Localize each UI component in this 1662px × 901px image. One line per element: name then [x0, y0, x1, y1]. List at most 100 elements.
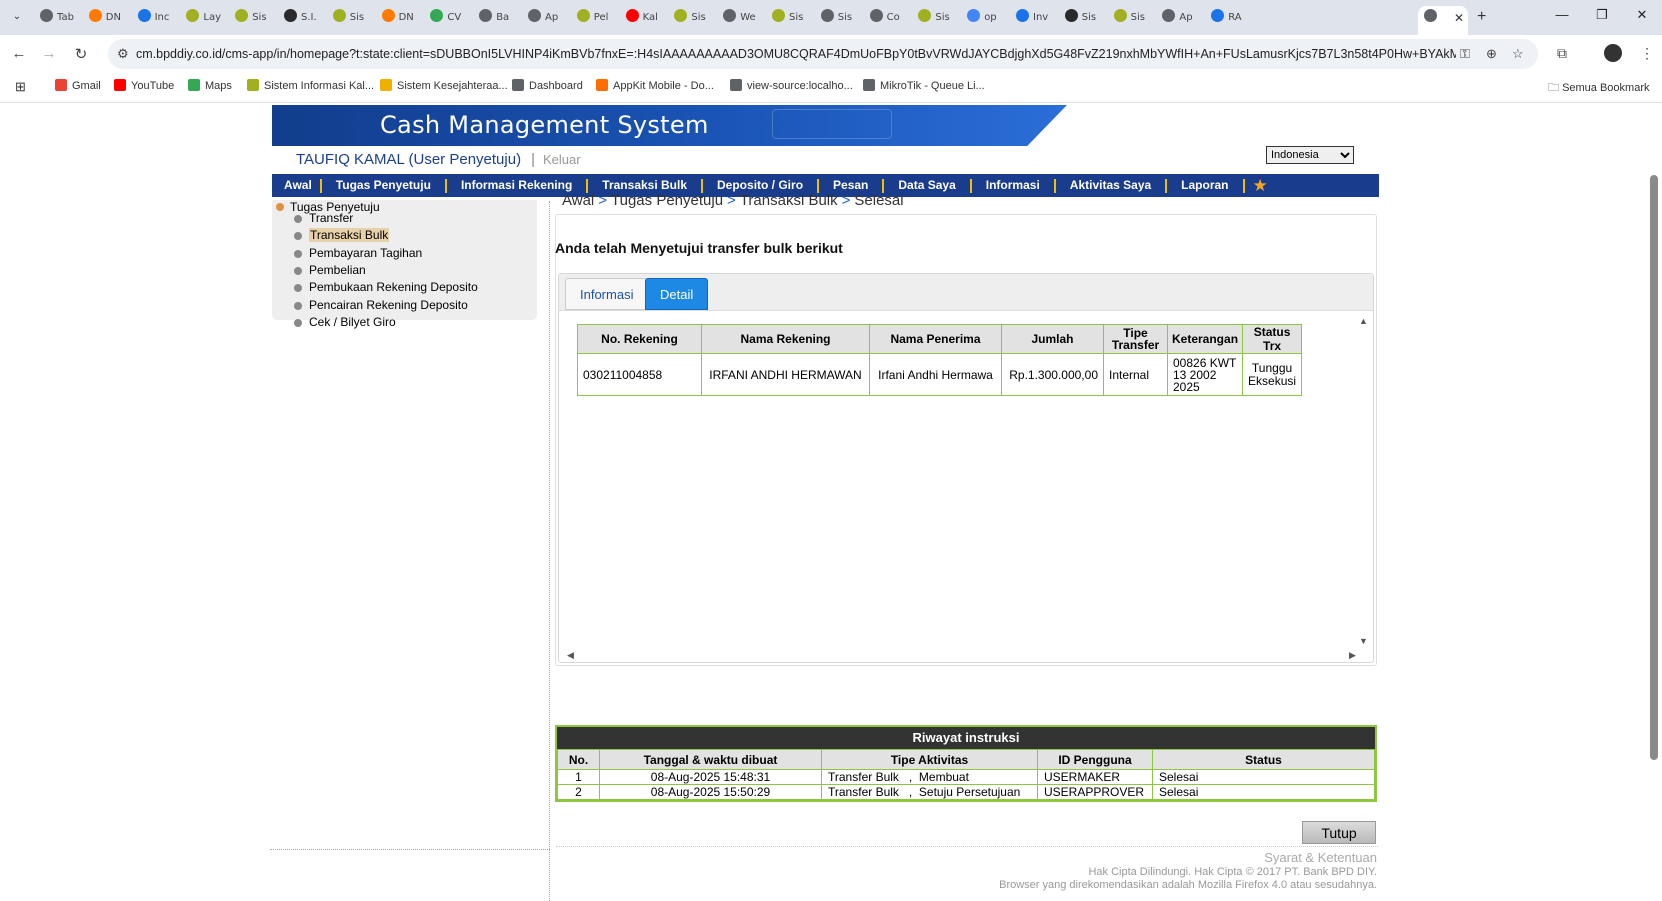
sidebar-item[interactable]: Pencairan Rekening Deposito	[294, 298, 468, 312]
apps-grid-icon[interactable]: ⊞	[15, 79, 26, 95]
browser-tab[interactable]: Pel	[571, 6, 613, 30]
browser-tab[interactable]: Inc	[132, 6, 174, 30]
user-separator: |	[531, 151, 535, 168]
tab-favicon-icon	[430, 9, 444, 22]
forward-icon[interactable]: →	[40, 45, 58, 62]
browser-tab[interactable]: Kal	[620, 6, 662, 30]
history-cell: 08-Aug-2025 15:50:29	[599, 784, 822, 800]
bookmark-star-icon[interactable]: ☆	[1512, 46, 1524, 62]
bookmark-favicon-icon	[55, 79, 67, 91]
browser-tab[interactable]: S.I.	[278, 6, 320, 30]
sidebar-item[interactable]: Pembayaran Tagihan	[294, 246, 422, 260]
bookmark-item[interactable]: Maps	[188, 79, 232, 92]
breadcrumb-item[interactable]: Transaksi Bulk	[740, 192, 838, 209]
bookmark-item[interactable]: Gmail	[55, 79, 101, 92]
url-field[interactable]: ⚙ cm.bpddiy.co.id/cms-app/in/homepage?t:…	[108, 39, 1538, 69]
browser-tab[interactable]: Sis	[766, 6, 808, 30]
browser-tab[interactable]: Ap	[1156, 6, 1198, 30]
browser-tab[interactable]: Tab	[34, 6, 76, 30]
favorite-star-icon[interactable]: ★	[1253, 176, 1268, 196]
browser-tab[interactable]: DN	[83, 6, 125, 30]
bookmark-favicon-icon	[380, 79, 392, 91]
browser-tab[interactable]: We	[717, 6, 759, 30]
close-button[interactable]: Tutup	[1302, 821, 1376, 844]
breadcrumb-item[interactable]: Tugas Penyetuju	[611, 192, 723, 209]
tab-label: Sis	[252, 12, 267, 23]
tab-close-icon[interactable]: ✕	[1454, 6, 1464, 30]
browser-tab[interactable]: Inv	[1010, 6, 1052, 30]
menu-item-aktivitas-saya[interactable]: Aktivitas Saya	[1056, 174, 1165, 197]
tab-informasi[interactable]: Informasi	[565, 278, 649, 310]
bookmark-item[interactable]: YouTube	[114, 79, 174, 92]
browser-tab[interactable]: Ba	[473, 6, 515, 30]
bookmark-item[interactable]: Dashboard	[512, 79, 583, 92]
profile-avatar-icon[interactable]	[1604, 44, 1622, 62]
extensions-icon[interactable]: ⧉	[1557, 45, 1567, 62]
browser-tab[interactable]: Co	[864, 6, 906, 30]
scroll-up-icon[interactable]: ▲	[1359, 316, 1368, 326]
menu-item-awal[interactable]: Awal	[272, 174, 320, 197]
scroll-left-icon[interactable]: ◀	[567, 650, 574, 661]
sidebar-item[interactable]: Pembelian	[294, 263, 366, 277]
browser-tab[interactable]: RA	[1205, 6, 1247, 30]
tab-label: DN	[398, 12, 414, 23]
minimize-icon[interactable]: —	[1552, 7, 1572, 22]
tabs-header: Informasi Detail	[559, 274, 1373, 311]
tab-label: Sis	[837, 12, 853, 23]
scroll-right-icon[interactable]: ▶	[1349, 650, 1356, 661]
table-vertical-scrollbar[interactable]: ▲ ▼	[1359, 316, 1369, 646]
scroll-down-icon[interactable]: ▼	[1359, 636, 1368, 646]
bookmark-item[interactable]: AppKit Mobile - Do...	[596, 79, 714, 92]
breadcrumb-item[interactable]: Awal	[562, 192, 594, 209]
browser-tab[interactable]: CV	[424, 6, 466, 30]
browser-tab[interactable]: Sis	[1108, 6, 1150, 30]
history-cell: USERMAKER	[1037, 769, 1153, 785]
terms-link[interactable]: Syarat & Ketentuan	[1264, 850, 1377, 865]
language-select[interactable]: Indonesia	[1266, 146, 1354, 164]
browser-tab[interactable]: Ap	[522, 6, 564, 30]
logout-link[interactable]: Keluar	[543, 152, 581, 167]
browser-tab[interactable]: DN	[376, 6, 418, 30]
bookmark-item[interactable]: MikroTik - Queue Li...	[863, 79, 985, 92]
all-bookmarks[interactable]: 🗀 Semua Bookmark	[1548, 79, 1650, 98]
restore-icon[interactable]: ❐	[1592, 7, 1612, 23]
kebab-menu-icon[interactable]: ⋮	[1640, 45, 1654, 62]
zoom-icon[interactable]: ⊕	[1486, 46, 1497, 62]
tab-detail[interactable]: Detail	[645, 278, 709, 310]
tab-label: ор	[984, 12, 997, 23]
history-cell: USERAPPROVER	[1037, 784, 1153, 800]
browser-tab[interactable]: Sis	[1059, 6, 1101, 30]
browser-tab-active[interactable]: ✕	[1418, 6, 1468, 35]
history-cell: 08-Aug-2025 15:48:31	[599, 769, 822, 785]
menu-item-tugas-penyetuju[interactable]: Tugas Penyetuju	[322, 174, 445, 197]
password-key-icon[interactable]: ⚿	[1460, 46, 1470, 62]
close-window-icon[interactable]: ✕	[1632, 7, 1652, 23]
site-info-icon[interactable]: ⚙	[117, 46, 129, 62]
reload-icon[interactable]: ↻	[72, 45, 90, 63]
bookmark-favicon-icon	[863, 79, 875, 91]
history-cell: Selesai	[1152, 784, 1375, 800]
back-icon[interactable]: ←	[10, 45, 28, 62]
browser-tab[interactable]: Sis	[668, 6, 710, 30]
menu-item-laporan[interactable]: Laporan	[1167, 174, 1242, 197]
new-tab-button[interactable]: +	[1477, 6, 1486, 28]
tab-search-icon[interactable]: ⌄	[8, 8, 26, 26]
browser-tab[interactable]: Sis	[327, 6, 369, 30]
browser-tab[interactable]: Sis	[912, 6, 954, 30]
bookmark-item[interactable]: view-source:localho...	[730, 79, 853, 92]
browser-tab[interactable]: ор	[961, 6, 1003, 30]
browser-tab[interactable]: Lay	[180, 6, 222, 30]
bookmark-item[interactable]: Sistem Kesejahteraa...	[380, 79, 508, 92]
sidebar-item[interactable]: Transaksi Bulk	[294, 228, 390, 243]
sidebar-item[interactable]: Transfer	[294, 211, 353, 225]
bookmark-favicon-icon	[247, 79, 259, 91]
page-scrollbar[interactable]	[1650, 175, 1658, 760]
browser-tab[interactable]: Sis	[229, 6, 271, 30]
sidebar-item[interactable]: Pembukaan Rekening Deposito	[294, 280, 478, 294]
bookmark-item[interactable]: Sistem Informasi Kal...	[247, 79, 374, 92]
menu-item-informasi[interactable]: Informasi	[972, 174, 1054, 197]
tab-label: Co	[886, 12, 900, 23]
col-jumlah: Jumlah	[1001, 324, 1104, 354]
sidebar-item[interactable]: Cek / Bilyet Giro	[294, 315, 396, 329]
browser-tab[interactable]: Sis	[815, 6, 857, 30]
